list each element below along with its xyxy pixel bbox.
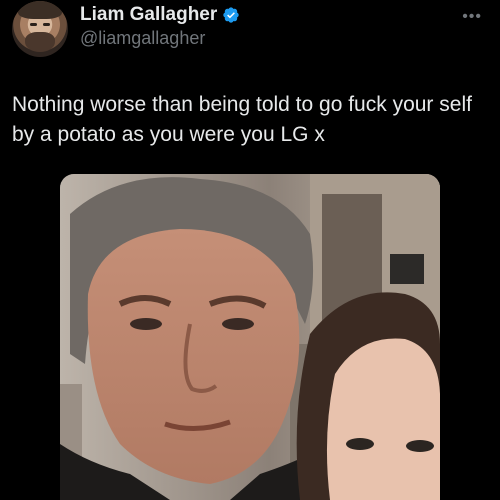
more-horizontal-icon[interactable]: ••• (462, 8, 482, 26)
avatar[interactable] (12, 1, 68, 57)
author-handle[interactable]: @liamgallagher (80, 28, 205, 49)
post-media-image[interactable] (60, 174, 440, 500)
verified-badge-icon (223, 7, 239, 23)
author-display-name[interactable]: Liam Gallagher (80, 4, 217, 26)
post-photo (60, 174, 440, 500)
post-text: Nothing worse than being told to go fuck… (12, 93, 472, 146)
author-name-row[interactable]: Liam Gallagher (80, 4, 240, 26)
